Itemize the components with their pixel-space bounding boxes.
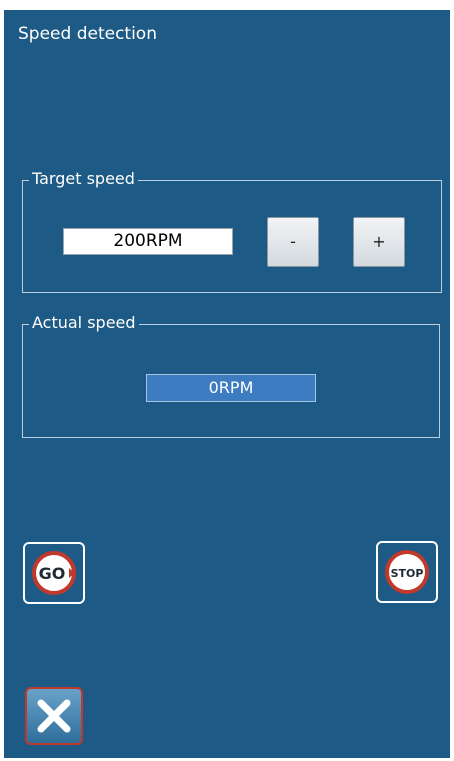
actual-speed-label: Actual speed [29, 313, 139, 333]
stop-icon-text: STOP [391, 567, 424, 580]
go-button[interactable]: GO [23, 542, 85, 604]
increase-speed-button[interactable]: + [353, 217, 405, 267]
actual-speed-value: 0RPM [146, 374, 316, 402]
stop-button[interactable]: STOP [376, 541, 438, 603]
page-title: Speed detection [18, 24, 157, 44]
stop-icon: STOP [385, 550, 429, 594]
go-icon: GO [32, 551, 76, 595]
target-speed-input[interactable]: 200RPM [63, 228, 233, 255]
actual-speed-group: Actual speed 0RPM [22, 313, 440, 438]
target-speed-group: Target speed 200RPM - + [22, 169, 442, 293]
go-icon-text: GO [39, 564, 66, 583]
target-speed-label: Target speed [29, 169, 138, 189]
close-button[interactable] [25, 687, 83, 745]
decrease-speed-button[interactable]: - [267, 217, 319, 267]
speed-detection-screen: Speed detection Target speed 200RPM - + … [4, 10, 450, 758]
close-icon [37, 699, 71, 733]
